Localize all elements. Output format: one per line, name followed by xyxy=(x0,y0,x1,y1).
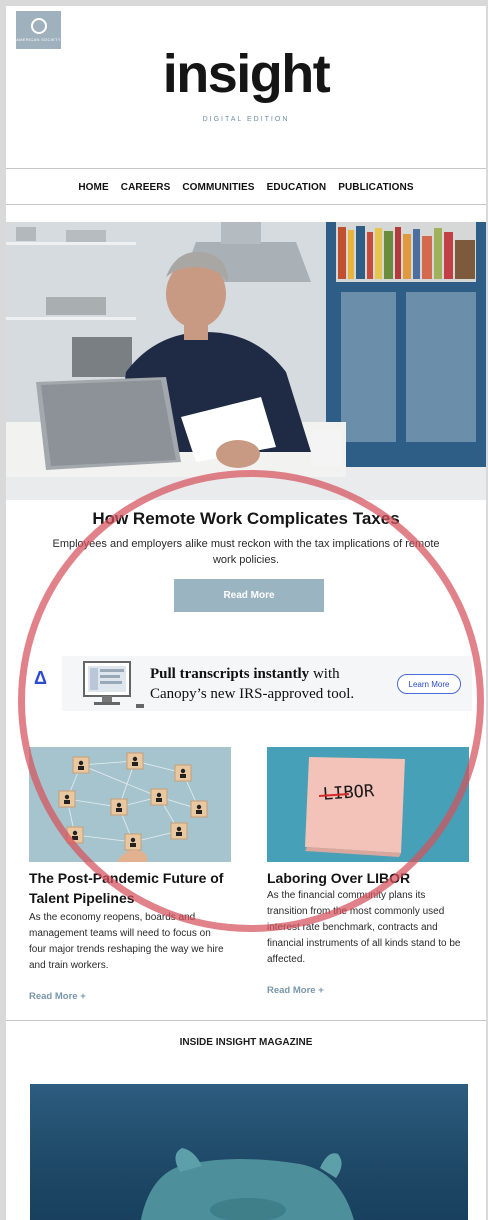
nav-publications[interactable]: PUBLICATIONS xyxy=(338,182,413,193)
learn-more-button[interactable]: Learn More xyxy=(397,674,461,694)
hero-image[interactable] xyxy=(6,222,486,500)
piggy-illustration xyxy=(140,1148,354,1220)
masthead-title: insight xyxy=(162,44,331,104)
divider xyxy=(6,204,486,205)
section-title: INSIDE INSIGHT MAGAZINE xyxy=(179,1037,313,1048)
nav-education[interactable]: EDUCATION xyxy=(267,182,327,193)
divider xyxy=(6,1020,486,1021)
nav-careers[interactable]: CAREERS xyxy=(121,182,171,193)
nav-communities[interactable]: COMMUNITIES xyxy=(182,182,254,193)
read-more-button[interactable]: Read More xyxy=(174,579,324,612)
nav-home[interactable]: HOME xyxy=(78,182,108,193)
logo-text: AMERICAN SOCIETY xyxy=(16,37,61,42)
canopy-logo-icon: Δ xyxy=(34,668,47,688)
card-body-talent: As the economy reopens, boards and manag… xyxy=(29,912,224,971)
feature-description: Employees and employers alike must recko… xyxy=(52,538,440,566)
main-nav: HOME CAREERS COMMUNITIES EDUCATION PUBLI… xyxy=(6,172,486,202)
libor-note-illustration xyxy=(267,747,469,862)
read-more-link-talent[interactable]: Read More + xyxy=(29,991,86,1002)
masthead-subtitle: DIGITAL EDITION xyxy=(202,116,290,123)
divider xyxy=(6,168,486,169)
ad-headline: Pull transcripts instantly with xyxy=(150,666,340,683)
email-page: AMERICAN SOCIETY insight DIGITAL EDITION… xyxy=(6,6,486,1220)
read-more-link-libor[interactable]: Read More + xyxy=(267,985,324,996)
masthead: insight DIGITAL EDITION xyxy=(6,44,486,123)
network-cubes-illustration xyxy=(29,747,231,862)
ad-headline-bold: Pull transcripts instantly xyxy=(150,666,310,682)
card-title-libor[interactable]: Laboring Over LIBOR xyxy=(267,868,477,888)
logo-ring-icon xyxy=(30,18,47,34)
ad-headline-rest: with xyxy=(309,666,340,682)
card-body-libor: As the financial community plans its tra… xyxy=(267,890,461,965)
libor-image[interactable]: LIBOR xyxy=(267,747,469,862)
hero-illustration xyxy=(6,222,486,500)
feature-title[interactable]: How Remote Work Complicates Taxes xyxy=(6,509,486,529)
ad-subline: Canopy’s new IRS-approved tool. xyxy=(150,686,355,702)
talent-image[interactable] xyxy=(29,747,231,862)
card-title-talent[interactable]: The Post-Pandemic Future of Talent Pipel… xyxy=(29,868,239,908)
magazine-cover-image[interactable] xyxy=(30,1084,468,1220)
computer-icon xyxy=(83,661,144,708)
